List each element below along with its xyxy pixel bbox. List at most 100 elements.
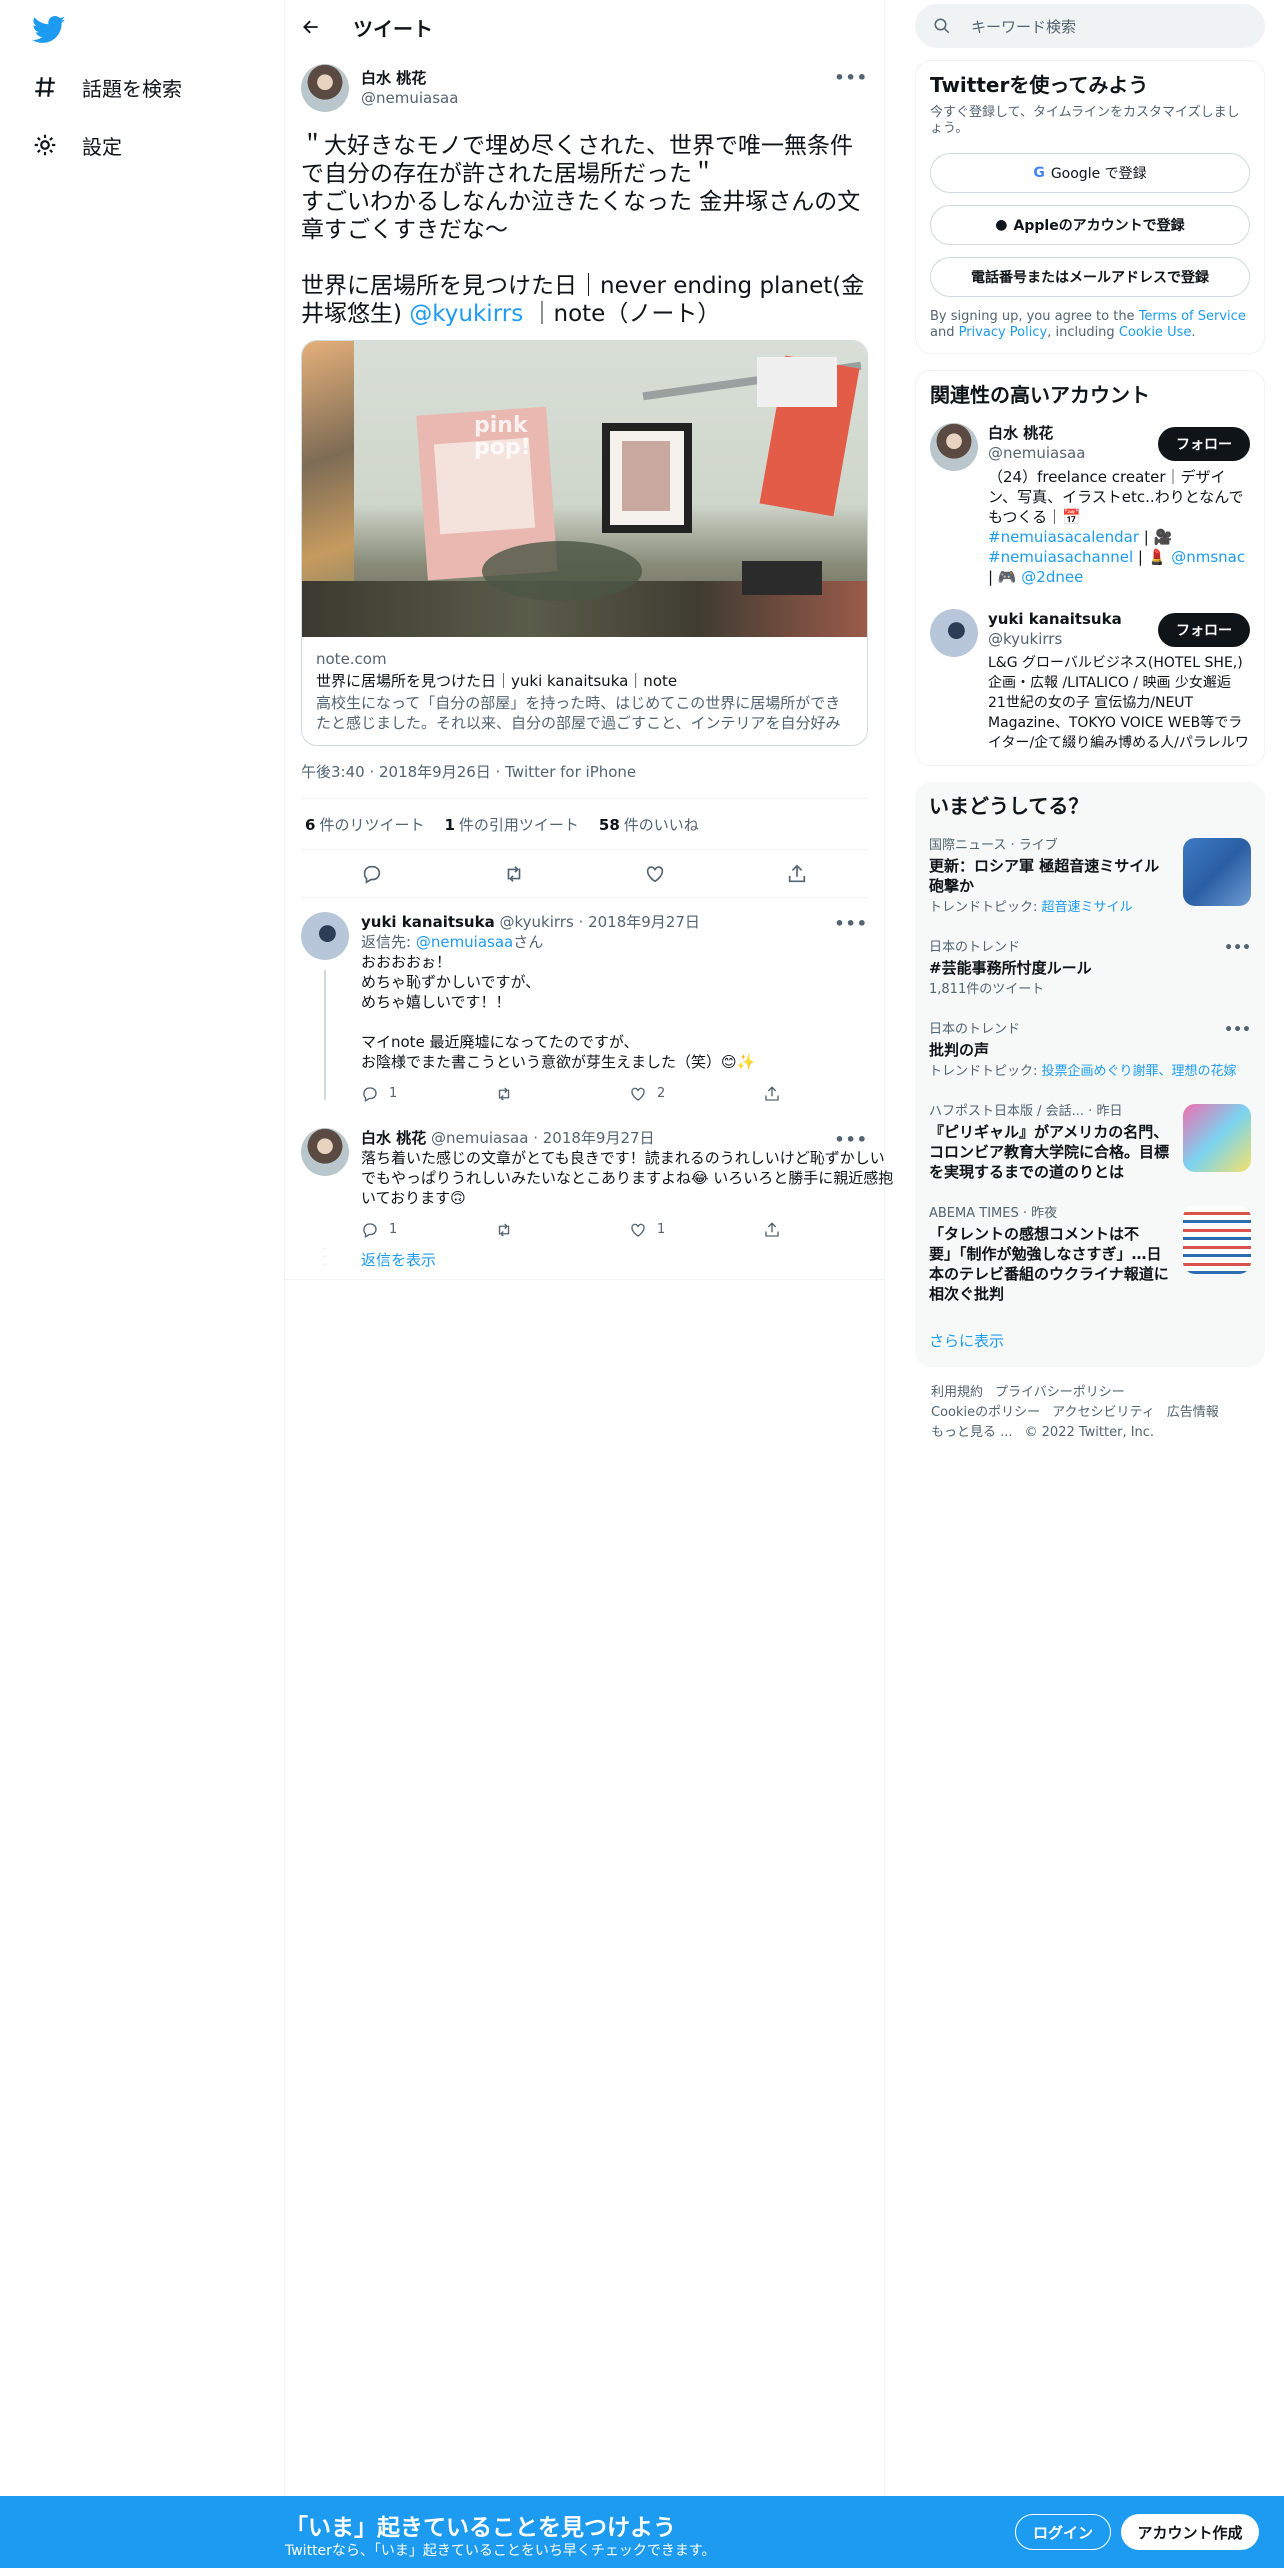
- avatar[interactable]: [301, 1128, 349, 1176]
- like-icon[interactable]: [644, 863, 666, 885]
- tweet-timestamp[interactable]: 午後3:40 · 2018年9月26日 · Twitter for iPhone: [301, 762, 868, 798]
- link-card[interactable]: pink pop! note.com 世界に居場所を見つけた日｜yuki kan…: [301, 340, 868, 746]
- reply-header: 白水 桃花 @nemuiasaa · 2018年9月27日: [361, 1128, 897, 1148]
- trend-item[interactable]: 日本のトレンド 批判の声 トレンドトピック: 投票企画めぐり謝罪、理想の花嫁 •…: [929, 1010, 1251, 1092]
- related-account[interactable]: yuki kanaitsuka @kyukirrs L&G グローバルビジネス(…: [930, 609, 1250, 753]
- cookie-link[interactable]: Cookie Use: [1119, 325, 1192, 340]
- search-input[interactable]: キーワード検索: [915, 4, 1265, 48]
- reply-reply-button[interactable]: 1: [361, 1220, 495, 1240]
- google-signup-button[interactable]: G Google で登録: [930, 153, 1250, 193]
- footer-link[interactable]: プライバシーポリシー: [995, 1385, 1125, 1400]
- reply-share-button[interactable]: [763, 1085, 897, 1103]
- trend-title: 『ピリギャル』がアメリカの名門、コロンビア教育大学院に合格。目標を実現するまでの…: [929, 1123, 1170, 1181]
- reply-handle-date[interactable]: @nemuiasaa · 2018年9月27日: [431, 1129, 655, 1147]
- apple-signup-button[interactable]: ● Appleのアカウントで登録: [930, 205, 1250, 245]
- follow-button[interactable]: フォロー: [1158, 427, 1250, 461]
- footer: 利用規約 プライバシーポリシー Cookieのポリシー アクセシビリティ 広告情報 も…: [915, 1367, 1265, 1459]
- show-replies-link[interactable]: · · · 返信を表示: [285, 1240, 884, 1280]
- footer-link[interactable]: 利用規約: [931, 1385, 983, 1400]
- related-account[interactable]: 白水 桃花 @nemuiasaa （24）freelance creater｜デ…: [930, 423, 1250, 587]
- card-title: 世界に居場所を見つけた日｜yuki kanaitsuka｜note: [316, 672, 678, 690]
- bio-mention[interactable]: @2dnee: [1021, 568, 1083, 586]
- bio-mention[interactable]: @nmsnac: [1171, 548, 1245, 566]
- reply-to-handle[interactable]: @nemuiasaa: [416, 933, 513, 951]
- reply-share-button[interactable]: [763, 1221, 897, 1239]
- retweets-stat[interactable]: 6 件のリツイート: [305, 814, 424, 835]
- reply-retweet-button[interactable]: [495, 1085, 629, 1103]
- footer-link[interactable]: 広告情報: [1167, 1405, 1219, 1420]
- page-title: ツイート: [353, 16, 433, 41]
- reply-body: yuki kanaitsuka @kyukirrs · 2018年9月27日 返…: [361, 912, 897, 1104]
- tweet-text-body: ＂大好きなモノで埋め尽くされた、世界で唯一無条件で自分の存在が許された居場所だっ…: [301, 133, 865, 327]
- trend-title: #芸能事務所忖度ルール: [929, 959, 1092, 977]
- back-arrow-icon[interactable]: [301, 17, 321, 37]
- footer-link[interactable]: Cookieのポリシー: [931, 1405, 1040, 1420]
- twitter-logo-icon[interactable]: [32, 16, 66, 44]
- retweet-icon[interactable]: [503, 863, 525, 885]
- footer-link[interactable]: アクセシビリティ: [1052, 1405, 1155, 1420]
- trend-extra-link[interactable]: 超音速ミサイル: [1042, 900, 1133, 915]
- author-handle[interactable]: @nemuiasaa: [361, 88, 458, 108]
- like-icon: [631, 1087, 645, 1101]
- nav-explore[interactable]: 話題を検索: [32, 67, 182, 107]
- reply-tweet[interactable]: 白水 桃花 @nemuiasaa · 2018年9月27日 落ち着いた感じの文章…: [285, 1104, 893, 1240]
- trend-item[interactable]: ABEMA TIMES · 昨夜 「タレントの感想コメントは不要」「制作が勉強し…: [929, 1194, 1251, 1316]
- legal-text: By signing up, you agree to the Terms of…: [930, 309, 1250, 341]
- reply-handle-date[interactable]: @kyukirrs · 2018年9月27日: [500, 913, 700, 931]
- signup-button[interactable]: アカウント作成: [1121, 2514, 1259, 2550]
- more-options-icon[interactable]: •••: [834, 1130, 868, 1149]
- reply-like-button[interactable]: 1: [629, 1220, 763, 1240]
- share-icon[interactable]: [786, 863, 808, 885]
- avatar[interactable]: [930, 423, 978, 471]
- reply-actions: 1 1: [361, 1220, 897, 1240]
- trend-item[interactable]: ハフポスト日本版 / 会話... · 昨日 『ピリギャル』がアメリカの名門、コロ…: [929, 1092, 1251, 1194]
- more-options-icon[interactable]: •••: [1224, 1022, 1251, 1038]
- footer-link[interactable]: もっと見る ...: [931, 1425, 1013, 1440]
- show-more-link[interactable]: さらに表示: [929, 1316, 1251, 1355]
- bio-hashtag[interactable]: #nemuiasacalendar: [988, 528, 1139, 546]
- tweet-mention[interactable]: @kyukirrs: [409, 301, 523, 327]
- account-bio: （24）freelance creater｜デザイン、写真、イラストetc..わ…: [988, 467, 1250, 587]
- avatar[interactable]: [301, 912, 349, 960]
- login-button[interactable]: ログイン: [1015, 2514, 1111, 2550]
- avatar[interactable]: [930, 609, 978, 657]
- hashtag-icon: [35, 77, 55, 97]
- reply-like-button[interactable]: 2: [629, 1084, 763, 1104]
- trend-extra-label: トレンドトピック:: [929, 900, 1042, 915]
- more-options-icon[interactable]: •••: [834, 68, 868, 87]
- terms-link[interactable]: Terms of Service: [1139, 309, 1246, 324]
- quotes-stat[interactable]: 1 件の引用ツイート: [444, 814, 578, 835]
- trend-title: 更新：ロシア軍 極超音速ミサイル砲撃か: [929, 857, 1160, 895]
- reply-reply-button[interactable]: 1: [361, 1084, 495, 1104]
- thread-line: [324, 970, 326, 1100]
- privacy-link[interactable]: Privacy Policy: [959, 325, 1048, 340]
- trend-item[interactable]: 国際ニュース · ライブ 更新：ロシア軍 極超音速ミサイル砲撃か トレンドトピッ…: [929, 818, 1251, 928]
- reply-author-name[interactable]: yuki kanaitsuka: [361, 913, 495, 931]
- nav-settings[interactable]: 設定: [32, 125, 122, 165]
- bottom-bar-subtitle: Twitterなら、「いま」起きていることをいち早くチェックできます。: [285, 2543, 716, 2559]
- trend-thumbnail: [1183, 838, 1251, 906]
- trend-item[interactable]: 日本のトレンド #芸能事務所忖度ルール 1,811件のツイート •••: [929, 928, 1251, 1010]
- quotes-count: 1: [444, 815, 455, 834]
- retweets-count: 6: [305, 815, 316, 834]
- card-image-text: pink pop!: [474, 413, 531, 460]
- follow-button[interactable]: フォロー: [1158, 613, 1250, 647]
- reply-retweet-button[interactable]: [495, 1221, 629, 1239]
- bio-hashtag[interactable]: #nemuiasachannel: [988, 548, 1133, 566]
- show-replies-label[interactable]: 返信を表示: [361, 1251, 436, 1269]
- search-placeholder[interactable]: キーワード検索: [971, 16, 1076, 37]
- tweet-author[interactable]: 白水 桃花 @nemuiasaa: [301, 64, 868, 116]
- phone-signup-button[interactable]: 電話番号またはメールアドレスで登録: [930, 257, 1250, 297]
- reply-author-name[interactable]: 白水 桃花: [361, 1129, 426, 1147]
- reply-icon[interactable]: [361, 863, 383, 885]
- avatar[interactable]: [301, 64, 349, 112]
- likes-stat[interactable]: 58 件のいいね: [599, 814, 699, 835]
- signup-title: Twitterを使ってみよう: [930, 73, 1149, 97]
- author-name[interactable]: 白水 桃花: [361, 68, 458, 88]
- more-options-icon[interactable]: •••: [1224, 940, 1251, 956]
- more-options-icon[interactable]: •••: [834, 914, 868, 933]
- reply-tweet[interactable]: yuki kanaitsuka @kyukirrs · 2018年9月27日 返…: [285, 898, 884, 1104]
- left-nav: 話題を検索 設定: [0, 0, 285, 2568]
- trend-title: 「タレントの感想コメントは不要」「制作が勉強しなさすぎ」…日本のテレビ番組のウク…: [929, 1225, 1169, 1303]
- trend-extra-link[interactable]: 投票企画めぐり謝罪、理想の花嫁: [1042, 1064, 1237, 1079]
